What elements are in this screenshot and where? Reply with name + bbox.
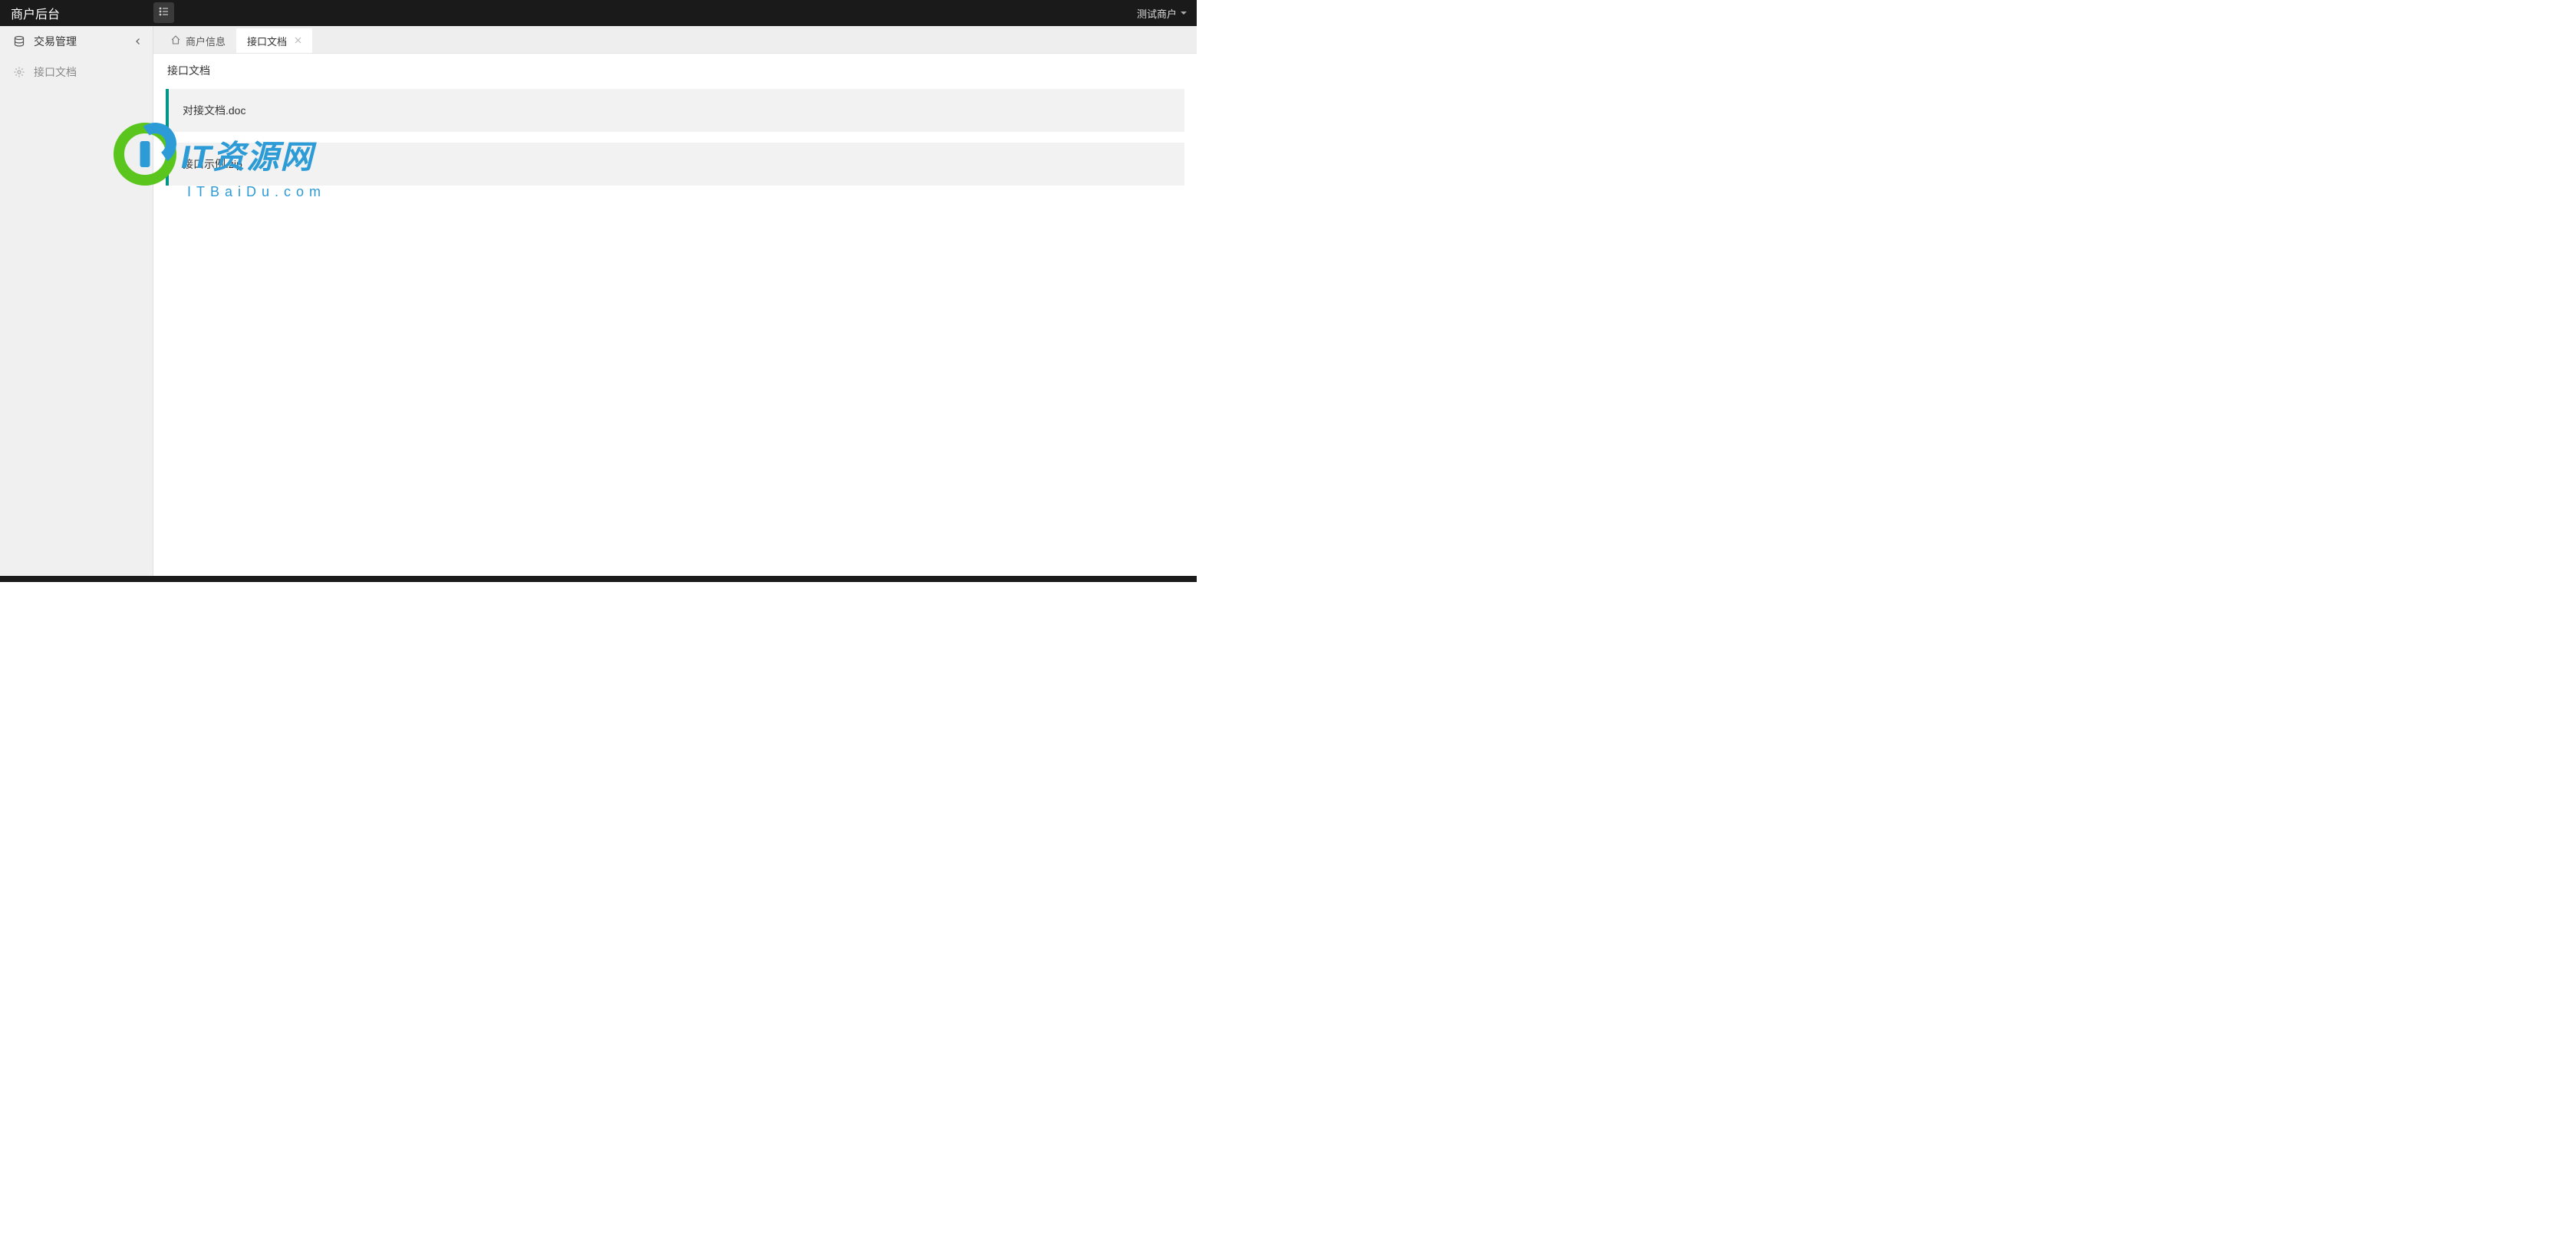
sidebar-item-api-docs[interactable]: 接口文档 bbox=[0, 57, 153, 87]
user-menu-dropdown[interactable]: 测试商户 bbox=[1137, 0, 1188, 26]
app-title: 商户后台 bbox=[11, 4, 60, 22]
close-icon[interactable] bbox=[295, 35, 301, 46]
sidebar-item-label: 交易管理 bbox=[34, 34, 77, 49]
topbar: 商户后台 测试商户 bbox=[0, 0, 1197, 26]
gear-icon bbox=[12, 66, 26, 78]
tab-label: 接口文档 bbox=[247, 34, 287, 48]
main-area: 商户信息 接口文档 接口文档 对接文档.doc 接口示例.zip bbox=[153, 26, 1197, 576]
user-label: 测试商户 bbox=[1137, 6, 1177, 21]
tab-bar: 商户信息 接口文档 bbox=[153, 26, 1197, 54]
app-container: 交易管理 接口文档 商户信息 bbox=[0, 26, 1197, 576]
list-icon bbox=[158, 5, 170, 20]
sidebar-item-transactions[interactable]: 交易管理 bbox=[0, 26, 153, 57]
chevron-left-icon bbox=[134, 35, 142, 48]
file-item[interactable]: 对接文档.doc bbox=[166, 89, 1184, 132]
content-area: 对接文档.doc 接口示例.zip bbox=[153, 89, 1197, 196]
tab-label: 商户信息 bbox=[186, 34, 226, 48]
database-icon bbox=[12, 35, 26, 48]
file-item[interactable]: 接口示例.zip bbox=[166, 143, 1184, 186]
sidebar: 交易管理 接口文档 bbox=[0, 26, 153, 576]
page-title: 接口文档 bbox=[153, 54, 1197, 89]
file-name: 对接文档.doc bbox=[183, 104, 245, 117]
home-icon bbox=[170, 35, 181, 48]
tab-api-docs[interactable]: 接口文档 bbox=[236, 28, 312, 53]
caret-down-icon bbox=[1180, 8, 1188, 19]
tab-merchant-info[interactable]: 商户信息 bbox=[160, 28, 236, 53]
sidebar-item-label: 接口文档 bbox=[34, 64, 77, 80]
file-name: 接口示例.zip bbox=[183, 158, 242, 170]
sidebar-toggle-button[interactable] bbox=[153, 2, 174, 23]
bottom-bar bbox=[0, 576, 1197, 582]
